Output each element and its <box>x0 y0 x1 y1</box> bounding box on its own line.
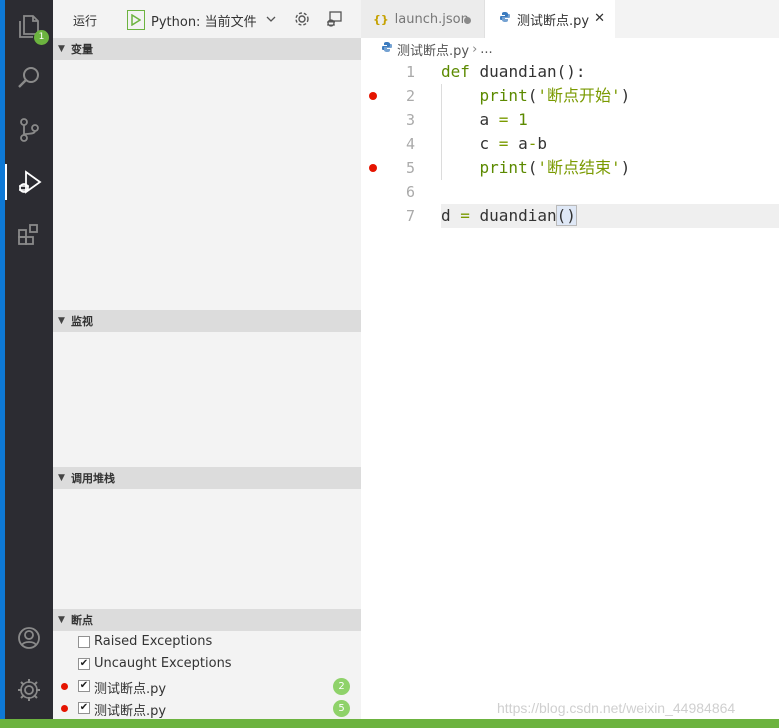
editor-gutter[interactable]: 1 2 3 4 5 6 7 <box>361 60 441 728</box>
code-line: def duandian(): <box>441 62 586 81</box>
python-file-icon <box>381 41 393 57</box>
settings-gear-icon[interactable] <box>5 666 53 714</box>
tab-label: launch.json <box>394 11 469 27</box>
watch-section-header[interactable]: ▼ 监视 <box>53 310 361 332</box>
breakpoint-checkbox[interactable]: ✔ <box>78 680 90 692</box>
explorer-icon[interactable]: 1 <box>5 2 53 50</box>
call-stack-section-header[interactable]: ▼ 调用堆栈 <box>53 467 361 489</box>
variables-section-header[interactable]: ▼ 变量 <box>53 38 361 60</box>
run-config-select[interactable]: Python: 当前文件 <box>127 9 285 31</box>
gear-icon[interactable] <box>293 10 313 30</box>
chevron-down-icon[interactable] <box>265 13 277 28</box>
line-number: 2 <box>405 87 415 105</box>
tab-label: 测试断点.py <box>517 13 590 29</box>
search-icon[interactable] <box>5 54 53 102</box>
breakpoints-section-header[interactable]: ▼ 断点 <box>53 609 361 631</box>
call-stack-section-title: 调用堆栈 <box>71 472 115 485</box>
breakpoint-dot-icon[interactable] <box>369 92 377 100</box>
debug-toolbar: 运行 Python: 当前文件 <box>53 0 361 38</box>
debug-icon[interactable] <box>5 158 53 206</box>
breakpoint-checkbox[interactable]: ✔ <box>78 702 90 714</box>
breadcrumb: 测试断点.py › ... <box>361 38 779 60</box>
chevron-right-icon: › <box>472 41 478 57</box>
breakpoint-line-badge: 2 <box>333 678 350 695</box>
line-number: 5 <box>405 159 415 177</box>
chevron-down-icon: ▼ <box>58 473 65 483</box>
breakpoint-item-raised-exceptions[interactable]: Raised Exceptions <box>53 631 361 653</box>
tab-launch-json[interactable]: {} launch.json <box>361 0 485 38</box>
variables-section-title: 变量 <box>71 43 93 56</box>
variables-panel <box>53 60 361 310</box>
account-icon[interactable] <box>5 614 53 662</box>
python-file-icon <box>499 11 511 27</box>
raised-exceptions-checkbox[interactable] <box>78 636 90 648</box>
watch-section-title: 监视 <box>71 315 93 328</box>
breakpoint-label: Uncaught Exceptions <box>94 656 232 671</box>
code-line: c = a-b <box>441 134 547 153</box>
play-icon[interactable] <box>127 10 145 30</box>
breakpoint-item-file[interactable]: ✔ 测试断点.py 2 <box>53 675 361 697</box>
breakpoints-section-title: 断点 <box>71 614 93 627</box>
editor-tabs: {} launch.json 测试断点.py ✕ <box>361 0 779 38</box>
run-config-label: Python: 当前文件 <box>151 14 257 30</box>
debug-sidebar: 运行 Python: 当前文件 ▼ 变量 ▼ 监视 ▼ 调用堆栈 ▼ 断点 Ra… <box>53 0 361 728</box>
line-number: 3 <box>405 111 415 129</box>
status-bar <box>0 719 779 728</box>
watch-panel <box>53 332 361 467</box>
run-label: 运行 <box>73 14 98 28</box>
breadcrumb-file[interactable]: 测试断点.py <box>397 40 469 59</box>
breadcrumb-more[interactable]: ... <box>480 42 492 57</box>
code-line: print('断点开始') <box>479 86 631 105</box>
code-line: a = 1 <box>441 110 528 129</box>
breakpoint-item-uncaught-exceptions[interactable]: ✔ Uncaught Exceptions <box>53 653 361 675</box>
watermark: https://blog.csdn.net/weixin_44984864 <box>497 700 736 716</box>
activity-bar: 1 <box>0 0 53 728</box>
modified-dot-icon[interactable] <box>464 17 471 24</box>
breakpoint-dot-icon[interactable] <box>369 164 377 172</box>
breakpoint-label: 测试断点.py <box>94 682 167 697</box>
chevron-down-icon: ▼ <box>58 316 65 326</box>
close-icon[interactable]: ✕ <box>594 11 605 26</box>
explorer-badge: 1 <box>34 30 49 45</box>
code-line: print('断点结束') <box>479 158 631 177</box>
breakpoint-item-file[interactable]: ✔ 测试断点.py 5 <box>53 697 361 719</box>
chevron-down-icon: ▼ <box>58 44 65 54</box>
breakpoint-dot-icon <box>61 705 68 712</box>
breakpoint-label: 测试断点.py <box>94 704 167 719</box>
json-file-icon: {} <box>373 12 389 26</box>
line-number: 6 <box>405 183 415 201</box>
call-stack-panel <box>53 489 361 609</box>
uncaught-exceptions-checkbox[interactable]: ✔ <box>78 658 90 670</box>
breakpoint-line-badge: 5 <box>333 700 350 717</box>
debug-console-icon[interactable] <box>325 10 345 30</box>
chevron-down-icon: ▼ <box>58 615 65 625</box>
code-editor[interactable]: def duandian(): print('断点开始') a = 1 c = … <box>441 60 779 728</box>
line-number: 4 <box>405 135 415 153</box>
breakpoint-dot-icon <box>61 683 68 690</box>
code-line-current: d = duandian() <box>441 204 779 228</box>
line-number: 1 <box>405 63 415 81</box>
extensions-icon[interactable] <box>5 210 53 258</box>
tab-test-breakpoint-py[interactable]: 测试断点.py ✕ <box>485 0 615 38</box>
source-control-icon[interactable] <box>5 106 53 154</box>
line-number: 7 <box>405 207 415 225</box>
breakpoint-label: Raised Exceptions <box>94 634 213 649</box>
